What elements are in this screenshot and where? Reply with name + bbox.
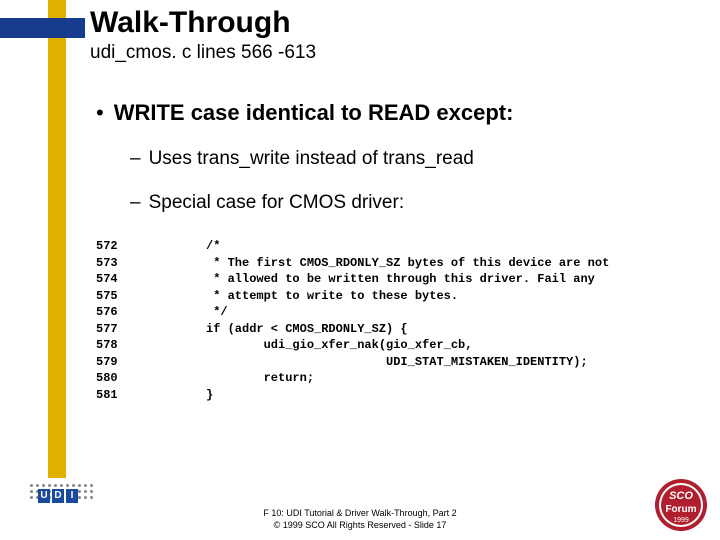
main-bullet-text: WRITE case identical to READ except:: [114, 100, 514, 126]
code-line-numbers: 572 573 574 575 576 577 578 579 580 581: [96, 238, 206, 403]
sub-bullet-0-text: Uses trans_write instead of trans_read: [149, 148, 474, 170]
slide-subtitle: udi_cmos. c lines 566 -613: [90, 42, 710, 64]
horizontal-blue-stripe: [0, 18, 85, 38]
footer-line-1: F 10: UDI Tutorial & Driver Walk-Through…: [0, 507, 720, 520]
dash-icon: –: [130, 148, 141, 170]
vertical-gold-stripe: [48, 0, 66, 478]
dash-icon: –: [130, 192, 141, 214]
udi-letters: UDI: [38, 489, 78, 503]
slide-content: Walk-Through udi_cmos. c lines 566 -613 …: [90, 6, 710, 403]
bullet-dot-icon: •: [96, 100, 104, 126]
sco-text: SCO: [669, 490, 693, 502]
code-text: /* * The first CMOS_RDONLY_SZ bytes of t…: [206, 238, 609, 403]
slide-title: Walk-Through: [90, 6, 710, 40]
sub-bullet-1-text: Special case for CMOS driver:: [149, 192, 405, 214]
footer-line-2: © 1999 SCO All Rights Reserved - Slide 1…: [0, 519, 720, 532]
sub-bullet-0: – Uses trans_write instead of trans_read: [130, 148, 710, 170]
code-block: 572 573 574 575 576 577 578 579 580 581 …: [96, 238, 710, 403]
main-bullet: • WRITE case identical to READ except:: [96, 100, 710, 126]
sub-bullet-1: – Special case for CMOS driver:: [130, 192, 710, 214]
slide-footer: F 10: UDI Tutorial & Driver Walk-Through…: [0, 507, 720, 532]
